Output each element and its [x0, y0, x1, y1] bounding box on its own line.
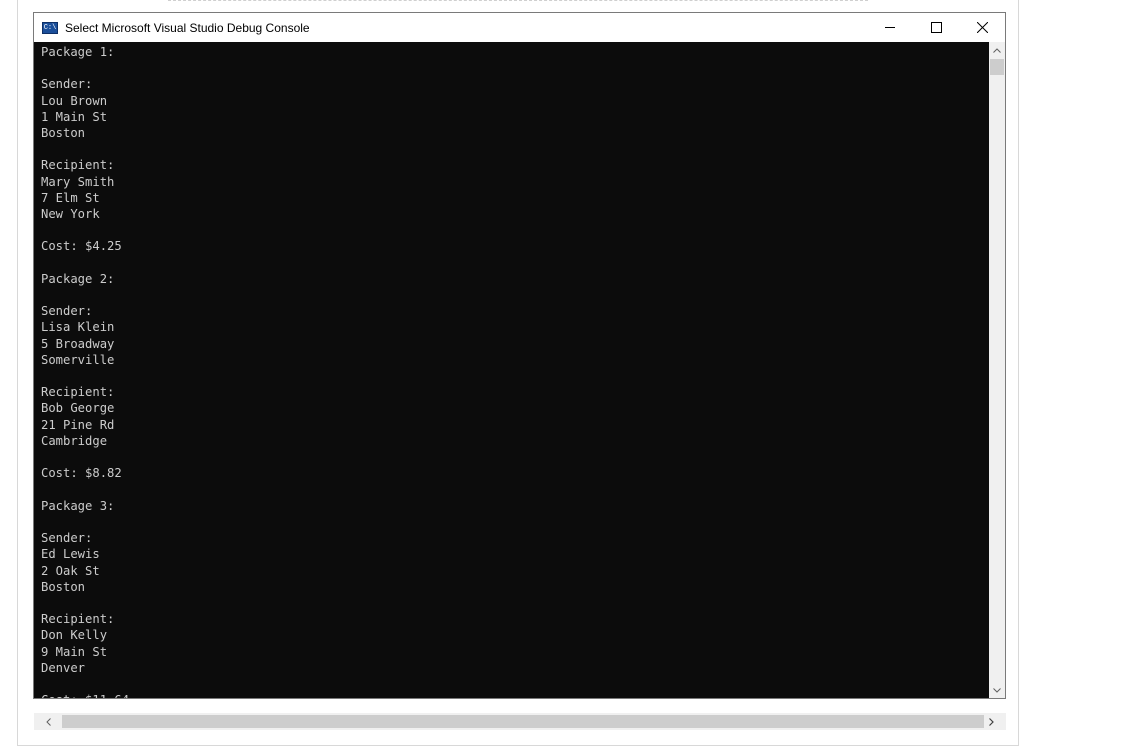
scroll-down-button[interactable] — [989, 682, 1005, 698]
console-line: 2 Oak St — [41, 563, 100, 578]
minimize-button[interactable] — [867, 13, 913, 42]
console-line: 1 Main St — [41, 109, 108, 124]
console-line: 9 Main St — [41, 644, 108, 659]
console-line: Recipient: — [41, 385, 115, 400]
console-line: Sender: — [41, 304, 93, 319]
console-line: Recipient: — [41, 158, 115, 173]
console-window: C:\ Select Microsoft Visual Studio Debug… — [33, 12, 1006, 699]
close-button[interactable] — [959, 13, 1005, 42]
console-line: Ed Lewis — [41, 547, 100, 562]
minimize-icon — [884, 27, 895, 28]
horizontal-scroll-thumb[interactable] — [62, 715, 984, 728]
scroll-up-button[interactable] — [989, 42, 1005, 58]
console-line: Cost: $11.64 — [41, 693, 129, 698]
chevron-down-icon — [993, 687, 1001, 693]
console-line: Bob George — [41, 401, 115, 416]
close-icon — [976, 22, 988, 33]
console-line: 5 Broadway — [41, 336, 115, 351]
scroll-left-button[interactable] — [40, 713, 57, 730]
divider — [168, 0, 868, 2]
title-bar[interactable]: C:\ Select Microsoft Visual Studio Debug… — [34, 13, 1005, 42]
console-line: Recipient: — [41, 612, 115, 627]
chevron-left-icon — [46, 717, 51, 726]
scroll-right-button[interactable] — [983, 713, 1000, 730]
console-line: Lou Brown — [41, 93, 108, 108]
maximize-button[interactable] — [913, 13, 959, 42]
horizontal-scrollbar[interactable] — [34, 713, 1006, 730]
console-line: 7 Elm St — [41, 190, 100, 205]
console-output[interactable]: Package 1: Sender: Lou Brown 1 Main St B… — [34, 42, 990, 698]
console-line: Mary Smith — [41, 174, 115, 189]
console-line: Denver — [41, 660, 86, 675]
console-line: New York — [41, 207, 100, 222]
chevron-up-icon — [993, 47, 1001, 53]
console-line: Package 2: — [41, 271, 115, 286]
console-line: 21 Pine Rd — [41, 417, 115, 432]
console-line: Package 3: — [41, 498, 115, 513]
console-line: Cost: $8.82 — [41, 466, 122, 481]
console-line: Package 1: — [41, 45, 115, 59]
window-controls — [867, 13, 1005, 42]
vertical-scrollbar[interactable] — [989, 42, 1005, 698]
console-line: Cambridge — [41, 433, 108, 448]
console-line: Boston — [41, 579, 86, 594]
console-app-icon: C:\ — [42, 21, 58, 34]
console-line: Sender: — [41, 77, 93, 92]
console-line: Somerville — [41, 352, 115, 367]
console-line: Sender: — [41, 531, 93, 546]
console-line: Cost: $4.25 — [41, 239, 122, 254]
vertical-scroll-thumb[interactable] — [990, 59, 1004, 75]
console-line: Boston — [41, 126, 86, 141]
maximize-icon — [930, 22, 942, 33]
window-title: Select Microsoft Visual Studio Debug Con… — [65, 20, 310, 35]
console-line: Lisa Klein — [41, 320, 115, 335]
chevron-right-icon — [989, 717, 994, 726]
console-text: Package 1: Sender: Lou Brown 1 Main St B… — [34, 42, 990, 698]
console-line: Don Kelly — [41, 628, 108, 643]
